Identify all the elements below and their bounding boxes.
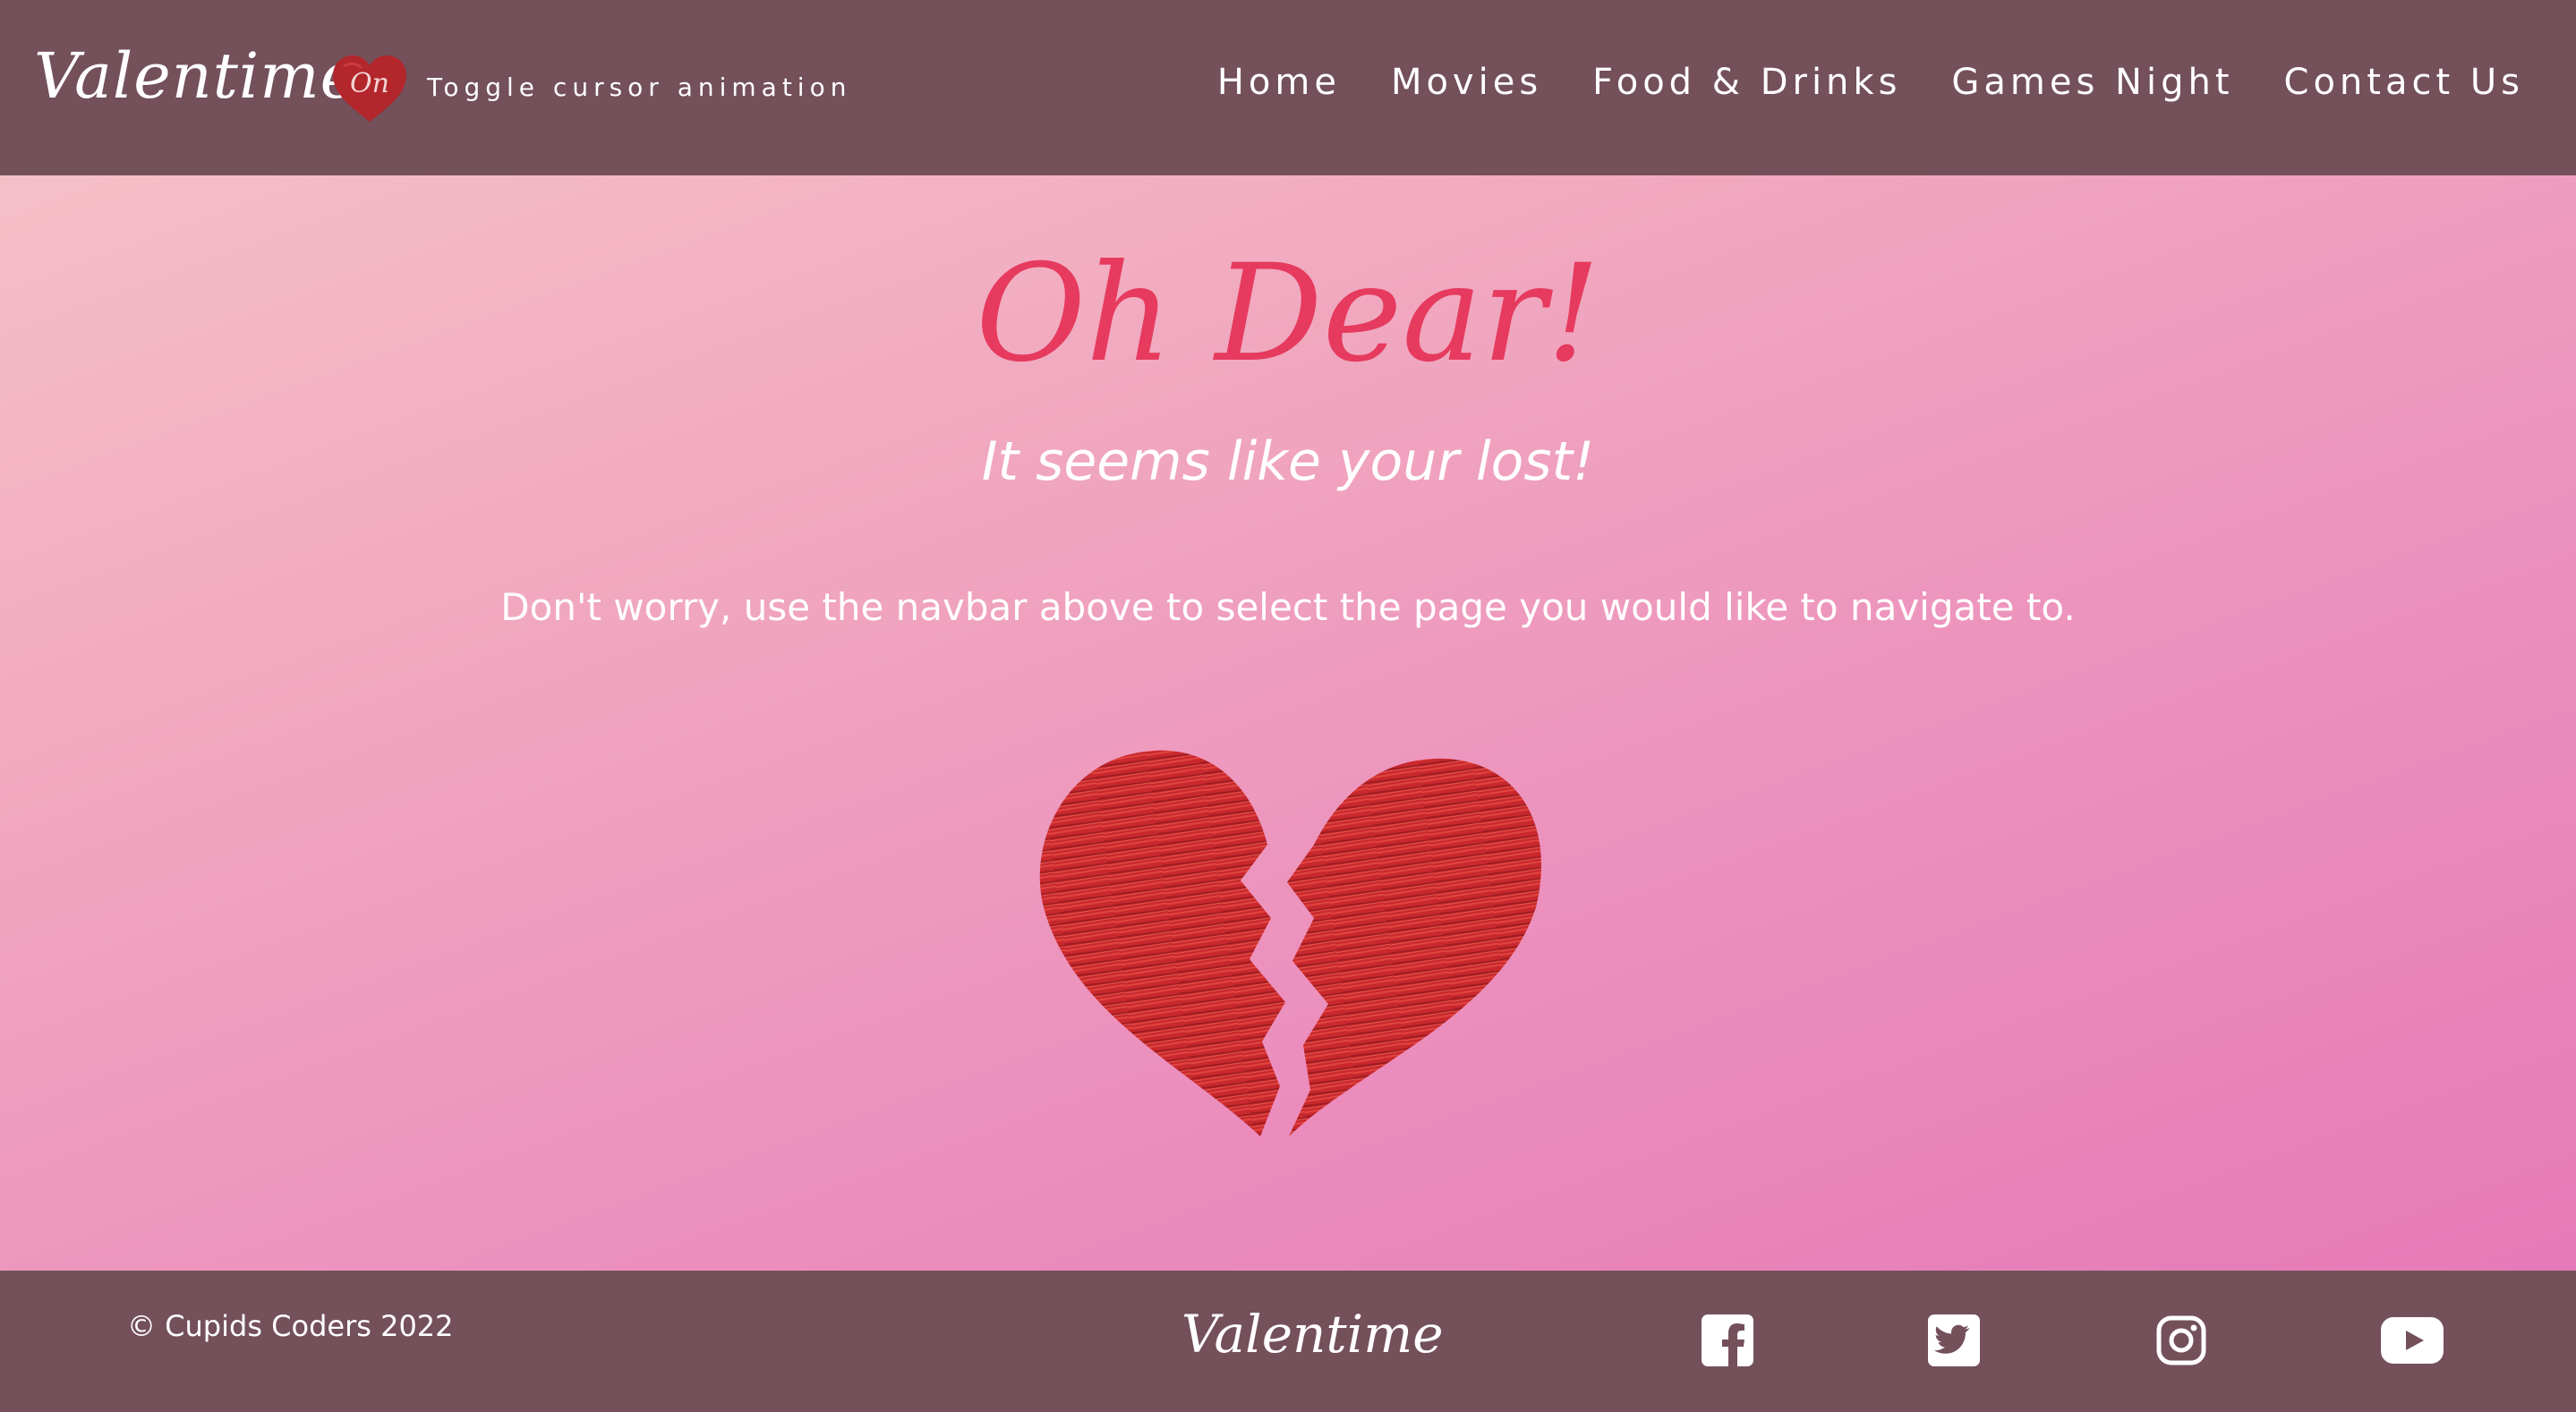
facebook-icon[interactable]: [1696, 1314, 1759, 1367]
nav-links: Home Movies Food & Drinks Games Night Co…: [1217, 64, 2524, 100]
navigation-hint: Don't worry, use the navbar above to sel…: [500, 585, 2076, 629]
error-page-content: Oh Dear! It seems like your lost! Don't …: [0, 175, 2576, 1271]
toggle-state-label: On: [350, 68, 389, 99]
footer: © Cupids Coders 2022 Valentime: [0, 1271, 2576, 1412]
broken-heart-icon: [1036, 746, 1543, 1140]
navbar: Valentime On Toggle cursor animation Hom…: [0, 0, 2576, 175]
brand-logo[interactable]: Valentime: [34, 45, 358, 107]
instagram-icon[interactable]: [2150, 1314, 2213, 1367]
toggle-cursor-animation-label: Toggle cursor animation: [427, 72, 852, 102]
page-subtitle: It seems like your lost!: [981, 430, 1595, 493]
nav-link-games-night[interactable]: Games Night: [1951, 64, 2233, 100]
cursor-animation-toggle[interactable]: On: [331, 54, 408, 123]
nav-link-contact-us[interactable]: Contact Us: [2284, 64, 2524, 100]
twitter-icon[interactable]: [1923, 1314, 1985, 1367]
nav-link-food-drinks[interactable]: Food & Drinks: [1592, 64, 1901, 100]
nav-link-movies[interactable]: Movies: [1391, 64, 1542, 100]
copyright-text: © Cupids Coders 2022: [127, 1309, 454, 1343]
nav-link-home[interactable]: Home: [1217, 64, 1341, 100]
page-title: Oh Dear!: [976, 236, 1600, 392]
youtube-icon[interactable]: [2381, 1314, 2444, 1367]
footer-brand-logo[interactable]: Valentime: [1181, 1308, 1444, 1360]
